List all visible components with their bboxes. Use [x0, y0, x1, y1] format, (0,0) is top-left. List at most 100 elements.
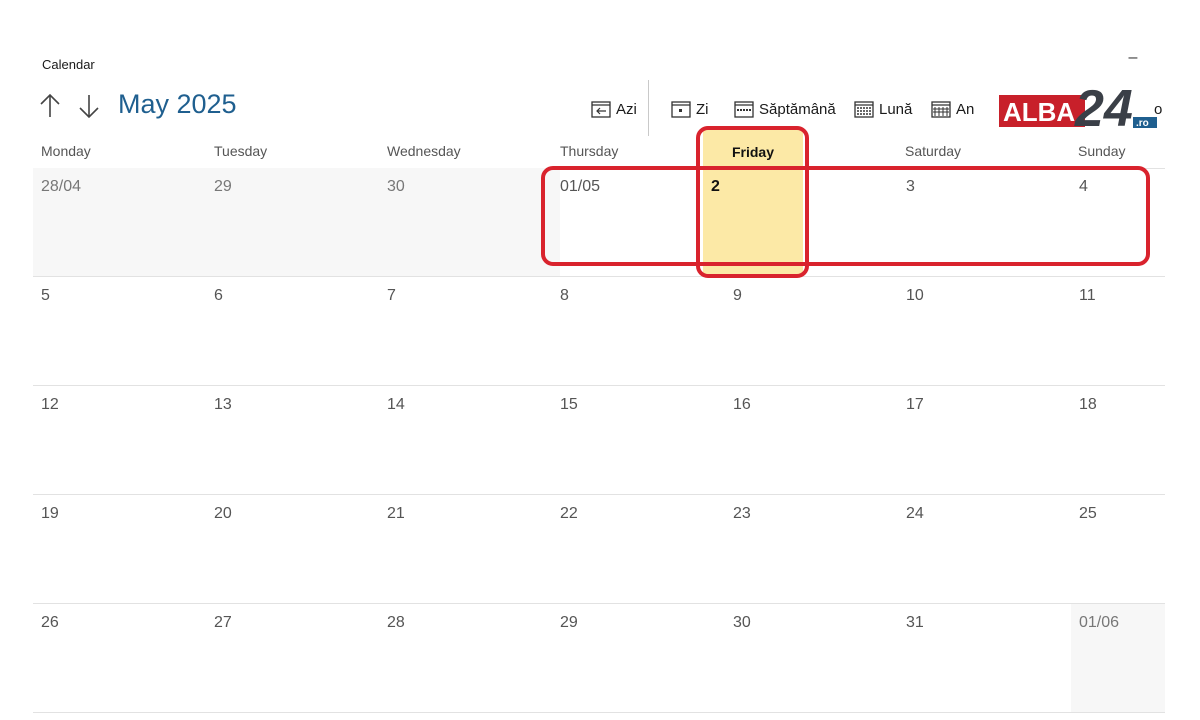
day-view-icon — [671, 100, 691, 118]
week-row: 26 27 28 29 30 31 01/06 — [33, 604, 1165, 713]
weekday-sunday: Sunday — [1078, 143, 1126, 159]
year-view-label: An — [956, 100, 975, 118]
day-cell[interactable]: 3 — [898, 168, 1071, 276]
weekday-friday-today: Friday — [703, 128, 803, 168]
day-cell[interactable]: 16 — [725, 386, 898, 494]
day-cell[interactable]: 7 — [379, 277, 552, 385]
day-cell[interactable]: 01/06 — [1071, 604, 1165, 712]
day-number: 7 — [387, 287, 396, 304]
arrow-up-icon — [37, 92, 63, 120]
day-number: 31 — [906, 614, 924, 631]
year-view-button[interactable]: An — [931, 98, 974, 120]
weekday-header-row: Monday Tuesday Wednesday Thursday Friday… — [33, 128, 1165, 169]
day-cell[interactable]: 26 — [33, 604, 206, 712]
day-cell[interactable]: 23 — [725, 495, 898, 603]
day-cell[interactable]: 14 — [379, 386, 552, 494]
day-cell[interactable]: 24 — [898, 495, 1071, 603]
day-number: 28/04 — [41, 178, 82, 195]
day-number: 6 — [214, 287, 223, 304]
day-number: 16 — [733, 396, 751, 413]
day-number: 4 — [1079, 178, 1088, 195]
day-number: 19 — [41, 505, 59, 522]
weekday-saturday: Saturday — [905, 143, 962, 159]
day-number: 30 — [387, 178, 405, 195]
app-title: Calendar — [42, 57, 95, 72]
day-cell[interactable]: 20 — [206, 495, 379, 603]
day-cell[interactable]: 28/04 — [33, 168, 206, 276]
today-label: Azi — [616, 100, 637, 118]
minimize-button[interactable]: – — [1124, 48, 1142, 68]
month-view-icon — [854, 100, 874, 118]
day-cell[interactable]: 30 — [379, 168, 552, 276]
day-number: 01/05 — [560, 178, 601, 195]
day-cell[interactable]: 17 — [898, 386, 1071, 494]
day-number: 14 — [387, 396, 405, 413]
week-row: 19 20 21 22 23 24 25 — [33, 495, 1165, 604]
arrow-down-icon — [76, 92, 102, 120]
day-number: 15 — [560, 396, 578, 413]
day-cell[interactable]: 30 — [725, 604, 898, 712]
day-number: 11 — [1079, 287, 1096, 304]
year-view-icon — [931, 100, 951, 118]
day-number: 21 — [387, 505, 405, 522]
logo-text-tld: .ro — [1136, 118, 1149, 129]
day-cell[interactable]: 12 — [33, 386, 206, 494]
month-view-button[interactable]: Lună — [854, 98, 912, 120]
day-view-label: Zi — [696, 100, 709, 118]
today-button[interactable]: Azi — [591, 98, 637, 120]
week-view-button[interactable]: Săptămână — [734, 98, 836, 120]
day-number: 24 — [906, 505, 924, 522]
weekday-thursday: Thursday — [560, 143, 619, 159]
day-cell[interactable]: 10 — [898, 277, 1071, 385]
day-cell[interactable]: 13 — [206, 386, 379, 494]
day-number: 9 — [733, 287, 742, 304]
day-number: 29 — [560, 614, 578, 631]
logo-text-number: 24 — [1074, 82, 1133, 132]
day-number-today: 2 — [711, 178, 720, 195]
next-month-button[interactable] — [76, 92, 102, 120]
day-number: 27 — [214, 614, 232, 631]
day-cell[interactable]: 5 — [33, 277, 206, 385]
day-cell[interactable]: 19 — [33, 495, 206, 603]
day-cell[interactable]: 15 — [552, 386, 725, 494]
day-cell[interactable]: 29 — [552, 604, 725, 712]
day-view-button[interactable]: Zi — [671, 98, 709, 120]
day-cell[interactable]: 29 — [206, 168, 379, 276]
week-view-label: Săptămână — [759, 100, 836, 118]
week-row: 12 13 14 15 16 17 18 — [33, 386, 1165, 495]
day-cell[interactable]: 9 — [725, 277, 898, 385]
day-number: 18 — [1079, 396, 1097, 413]
day-number: 22 — [560, 505, 578, 522]
day-number: 13 — [214, 396, 232, 413]
day-number: 01/06 — [1079, 614, 1120, 631]
day-cell[interactable]: 18 — [1071, 386, 1165, 494]
day-cell[interactable]: 22 — [552, 495, 725, 603]
day-cell[interactable]: 6 — [206, 277, 379, 385]
day-cell[interactable]: 27 — [206, 604, 379, 712]
weekday-tuesday: Tuesday — [214, 143, 268, 159]
day-number: 30 — [733, 614, 751, 631]
logo-text-main: ALBA — [1003, 97, 1075, 127]
day-cell-today[interactable]: 2 — [703, 168, 803, 276]
day-cell[interactable]: 01/05 — [552, 168, 725, 276]
day-cell[interactable]: 8 — [552, 277, 725, 385]
weekday-wednesday: Wednesday — [387, 143, 461, 159]
day-cell[interactable]: 28 — [379, 604, 552, 712]
day-number: 29 — [214, 178, 232, 195]
day-number: 26 — [41, 614, 59, 631]
day-number: 23 — [733, 505, 751, 522]
day-cell[interactable]: 21 — [379, 495, 552, 603]
day-cell[interactable]: 4 — [1071, 168, 1165, 276]
day-number: 12 — [41, 396, 59, 413]
day-cell[interactable]: 11 — [1071, 277, 1165, 385]
alba24-logo: ALBA 24 .ro — [999, 82, 1161, 132]
week-row: 5 6 7 8 9 10 11 — [33, 277, 1165, 386]
month-title[interactable]: May 2025 — [118, 89, 237, 120]
weekday-monday: Monday — [41, 143, 91, 159]
day-number: 28 — [387, 614, 405, 631]
week-row: 28/04 29 30 01/05 2 3 4 — [33, 168, 1165, 277]
previous-month-button[interactable] — [37, 92, 63, 120]
day-cell[interactable]: 31 — [898, 604, 1071, 712]
day-cell[interactable]: 25 — [1071, 495, 1165, 603]
day-number: 8 — [560, 287, 569, 304]
